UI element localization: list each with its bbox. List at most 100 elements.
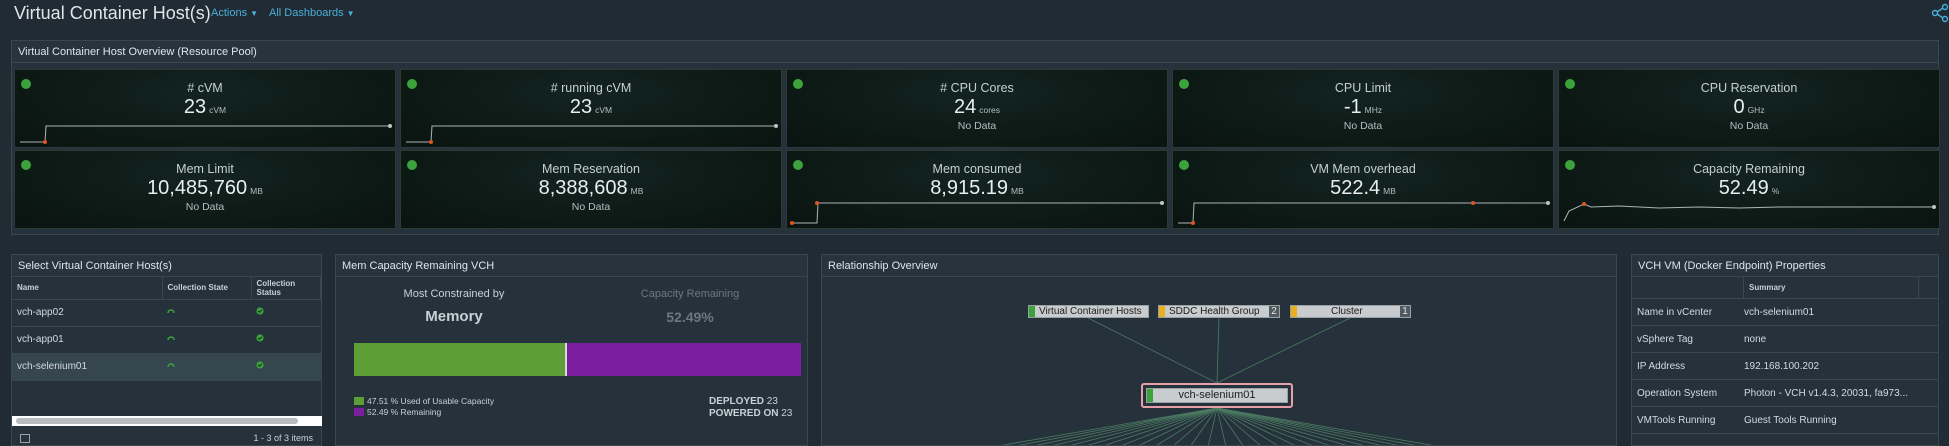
- chevron-down-icon: ▼: [250, 9, 258, 18]
- health-status-icon: [21, 160, 31, 170]
- sparkline-point: [1546, 201, 1550, 205]
- property-row: Name in vCenter vch-selenium01: [1632, 299, 1938, 326]
- child-edge: [1035, 407, 1218, 445]
- capacity-remaining-segment: [567, 343, 801, 376]
- tile-no-data: No Data: [185, 201, 225, 213]
- sparkline-point: [1582, 202, 1586, 206]
- capacity-remaining-label: Capacity Remaining: [640, 288, 740, 300]
- node-count: 2: [1269, 306, 1279, 317]
- node-status-bar: [1291, 306, 1297, 317]
- property-key: vSphere Tag: [1637, 333, 1693, 345]
- sparkline-point: [388, 124, 392, 128]
- metric-tile[interactable]: # cVM 23 cVM: [14, 69, 396, 148]
- share-icon[interactable]: [1927, 3, 1949, 23]
- properties-panel: VCH VM (Docker Endpoint) Properties Summ…: [1631, 254, 1939, 446]
- vch-name: vch-app02: [12, 299, 162, 327]
- metric-tile[interactable]: # CPU Cores 24 cores No Data: [786, 69, 1168, 148]
- deployment-stats: DEPLOYED 23 POWERED ON 23: [709, 396, 792, 420]
- child-edge: [1070, 407, 1218, 445]
- collecting-icon: [167, 309, 175, 314]
- vch-list-title: Select Virtual Container Host(s): [12, 255, 321, 277]
- tile-no-data: No Data: [571, 201, 611, 213]
- tile-value: -1: [1343, 96, 1362, 118]
- relationship-edge: [1216, 317, 1351, 384]
- tile-no-data: No Data: [1729, 120, 1769, 132]
- collection-state-cell: [162, 326, 251, 354]
- column-header-name[interactable]: Name: [12, 277, 163, 300]
- sparkline: [790, 201, 1164, 225]
- sparkline-path: [20, 125, 390, 143]
- sparkline-point: [790, 221, 794, 225]
- horizontal-scrollbar[interactable]: [12, 416, 322, 426]
- sparkline-point: [774, 124, 778, 128]
- tile-unit: cores: [979, 105, 1001, 115]
- node-cluster[interactable]: Cluster 1: [1290, 305, 1411, 318]
- node-status-bar: [1029, 306, 1035, 317]
- top-bar: Virtual Container Host(s) Actions ▼ All D…: [0, 0, 1949, 28]
- scrollbar-thumb[interactable]: [16, 418, 298, 424]
- metric-tile[interactable]: VM Mem overhead 522.4 MB: [1172, 150, 1554, 229]
- table-row[interactable]: vch-app01: [12, 326, 321, 354]
- collection-status-cell: [251, 299, 321, 327]
- column-header-collection-status[interactable]: Collection Status: [251, 277, 321, 300]
- tile-value-line: -1 MHz: [1173, 96, 1553, 119]
- child-edge: [1052, 407, 1218, 445]
- tile-no-data: No Data: [957, 120, 997, 132]
- relationship-panel: Relationship Overview Virtual Container …: [821, 254, 1617, 446]
- child-edge: [1139, 407, 1218, 445]
- capacity-legend: 47.51 % Used of Usable Capacity 52.49 % …: [354, 396, 494, 418]
- property-value: none: [1744, 333, 1767, 345]
- vch-name: vch-app01: [12, 326, 162, 354]
- legend-remaining: 52.49 % Remaining: [354, 407, 494, 418]
- metric-tile[interactable]: CPU Reservation 0 GHz No Data: [1558, 69, 1940, 148]
- tile-label: CPU Limit: [1334, 81, 1392, 95]
- sparkline-point: [1160, 201, 1164, 205]
- legend-used: 47.51 % Used of Usable Capacity: [354, 396, 494, 407]
- column-header-collection-state[interactable]: Collection State: [162, 277, 252, 300]
- child-edge: [1216, 407, 1226, 445]
- powered-on-value: 23: [781, 408, 793, 419]
- sparkline: [1563, 202, 1936, 222]
- tile-label: # CPU Cores: [940, 81, 1014, 95]
- relationship-edge: [1087, 317, 1218, 384]
- sparkline-path: [1178, 202, 1548, 224]
- vch-list-panel: Select Virtual Container Host(s) Name Co…: [11, 254, 322, 446]
- tile-label: Mem Limit: [176, 162, 234, 176]
- column-toggle-icon[interactable]: [20, 434, 30, 443]
- metric-tile[interactable]: # running cVM 23 cVM: [400, 69, 782, 148]
- property-value: Guest Tools Running: [1744, 414, 1837, 426]
- tile-value: 24: [953, 96, 977, 118]
- metric-tile[interactable]: Capacity Remaining 52.49%: [1558, 150, 1940, 229]
- property-value: vch-selenium01: [1744, 306, 1815, 318]
- center-node-highlight[interactable]: vch-selenium01: [1141, 383, 1293, 408]
- property-row: Operation System Photon - VCH v1.4.3, 200…: [1632, 380, 1938, 407]
- legend-remaining-text: 52.49 % Remaining: [367, 407, 442, 417]
- center-node[interactable]: vch-selenium01: [1146, 388, 1288, 403]
- metric-tile[interactable]: Mem Reservation 8,388,608 MB No Data: [400, 150, 782, 229]
- table-row[interactable]: vch-selenium01: [12, 353, 321, 381]
- node-sddc-health-group[interactable]: SDDC Health Group 2: [1158, 305, 1280, 318]
- all-dashboards-menu[interactable]: All Dashboards ▼: [269, 7, 355, 19]
- overview-panel-title: Virtual Container Host Overview (Resourc…: [12, 41, 1938, 63]
- node-status-bar: [1147, 389, 1153, 402]
- property-value: Photon - VCH v1.4.3, 20031, fa973...: [1744, 387, 1908, 399]
- tile-label: CPU Reservation: [1700, 81, 1798, 95]
- all-dashboards-label: All Dashboards: [269, 7, 344, 19]
- properties-key-header: [1632, 276, 1744, 299]
- property-value: 192.168.100.202: [1744, 360, 1820, 372]
- status-ok-icon: [256, 334, 264, 342]
- metric-tile[interactable]: CPU Limit -1 MHz No Data: [1172, 69, 1554, 148]
- collecting-icon: [167, 363, 175, 368]
- most-constrained-label: Most Constrained by: [403, 288, 505, 300]
- node-virtual-container-hosts[interactable]: Virtual Container Hosts: [1028, 305, 1149, 318]
- table-row[interactable]: vch-app02: [12, 299, 321, 327]
- tile-unit: MB: [250, 186, 263, 196]
- deployed-label: DEPLOYED: [709, 396, 765, 407]
- properties-summary-header[interactable]: Summary: [1744, 276, 1919, 299]
- metric-tile[interactable]: Mem Limit 10,485,760 MB No Data: [14, 150, 396, 229]
- actions-menu[interactable]: Actions ▼: [211, 7, 258, 19]
- mem-capacity-title: Mem Capacity Remaining VCH: [336, 255, 807, 277]
- property-row: IP Address 192.168.100.202: [1632, 353, 1938, 380]
- metric-tile[interactable]: Mem consumed 8,915.19 MB: [786, 150, 1168, 229]
- collection-state-cell: [162, 299, 251, 327]
